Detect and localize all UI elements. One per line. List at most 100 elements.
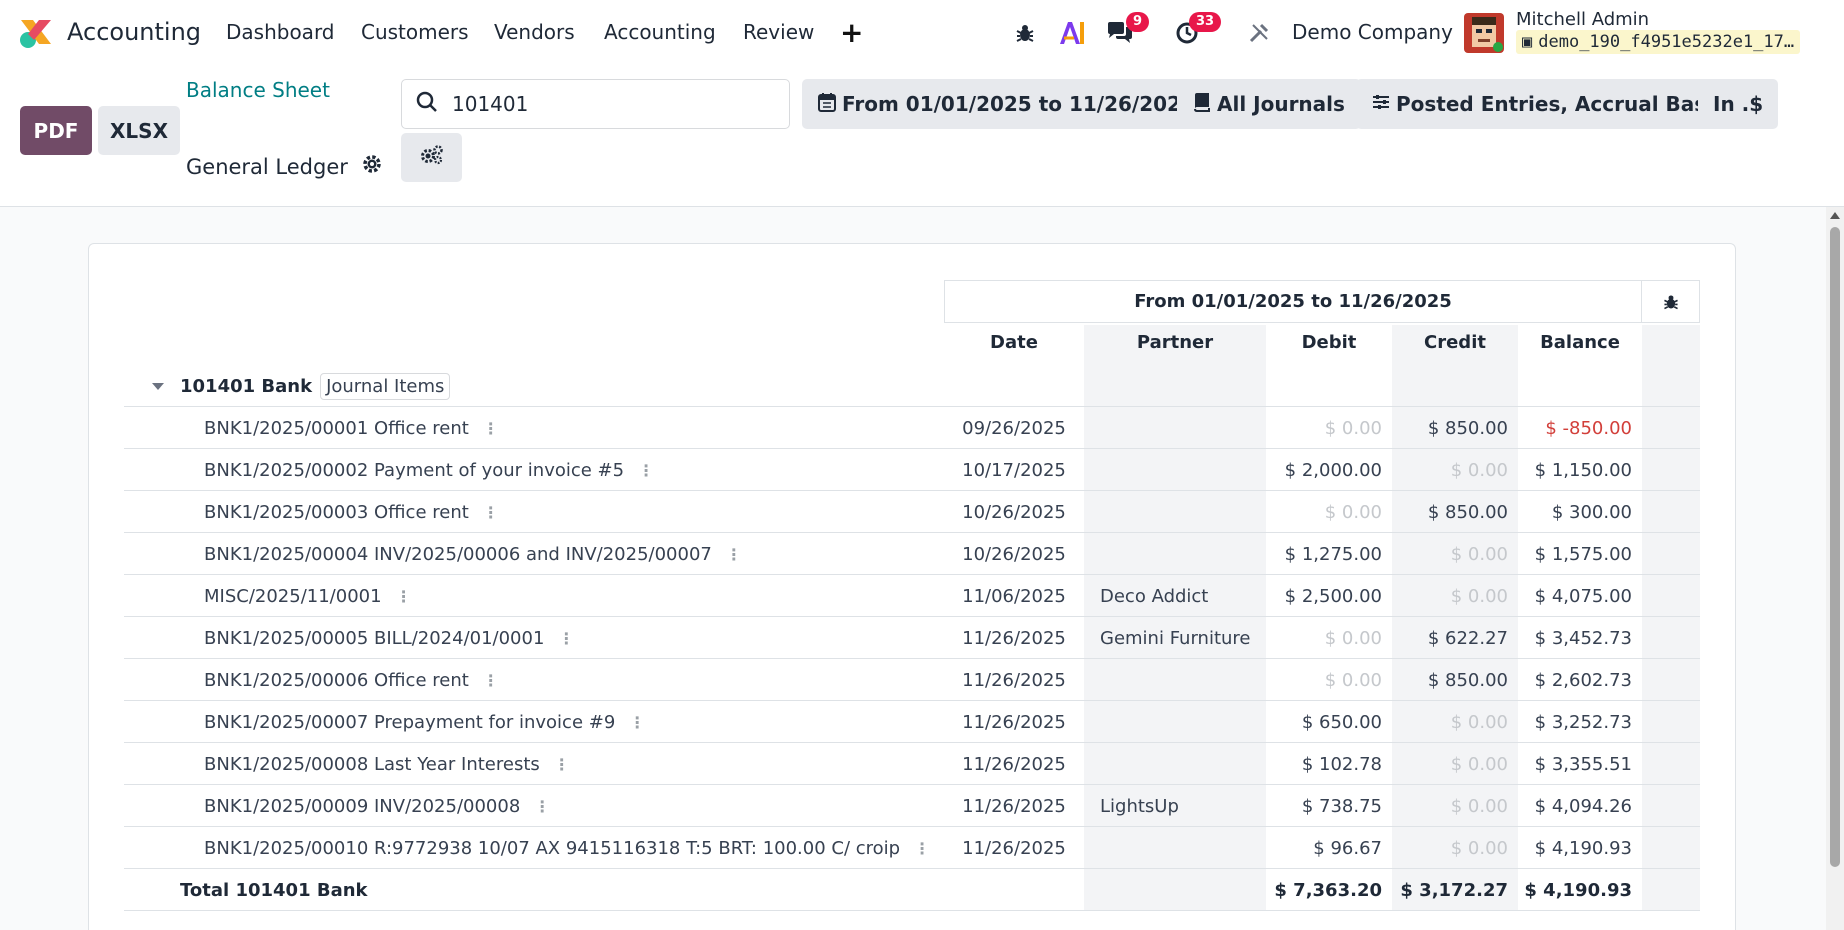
ledger-row[interactable]: BNK1/2025/00006 Office rent ⋮ 11/26/2025 $ … xyxy=(124,659,1700,701)
row-menu-kebab-icon[interactable]: ⋮ xyxy=(638,461,654,480)
entry-name[interactable]: BNK1/2025/00007 Prepayment for invoice #… xyxy=(204,712,615,733)
row-date: 11/26/2025 xyxy=(962,627,1066,649)
journals-filter-button[interactable]: All Journals xyxy=(1177,79,1361,129)
xlsx-export-button[interactable]: XLSX xyxy=(98,106,180,155)
row-debit: $ 2,000.00 xyxy=(1284,459,1382,481)
row-menu-kebab-icon[interactable]: ⋮ xyxy=(629,713,645,732)
journal-items-button[interactable]: Journal Items xyxy=(320,372,451,400)
ledger-row[interactable]: BNK1/2025/00009 INV/2025/00008 ⋮ 11/26/202… xyxy=(124,785,1700,827)
database-label: demo_190_f4951e5232e1_17… xyxy=(1538,32,1795,52)
row-menu-kebab-icon[interactable]: ⋮ xyxy=(554,755,570,774)
date-filter-label: From 01/01/2025 to 11/26/2025 xyxy=(842,92,1195,116)
entry-name[interactable]: BNK1/2025/00002 Payment of your invoice … xyxy=(204,460,624,481)
ledger-row[interactable]: BNK1/2025/00001 Office rent ⋮ 09/26/2025 $ … xyxy=(124,407,1700,449)
database-icon: ▣ xyxy=(1522,32,1533,52)
activities-clock-icon[interactable]: 33 xyxy=(1175,12,1222,51)
entry-name[interactable]: BNK1/2025/00001 Office rent xyxy=(204,418,469,439)
menu-review[interactable]: Review xyxy=(743,14,814,50)
menu-vendors[interactable]: Vendors xyxy=(494,14,575,50)
row-menu-kebab-icon[interactable]: ⋮ xyxy=(558,629,574,648)
row-date: 11/26/2025 xyxy=(962,711,1066,733)
journals-filter-label: All Journals xyxy=(1217,92,1345,116)
ledger-row[interactable]: BNK1/2025/00010 R:9772938 10/07 AX 94151… xyxy=(124,827,1700,869)
ledger-row[interactable]: BNK1/2025/00005 BILL/2024/01/0001 ⋮ 11/26/… xyxy=(124,617,1700,659)
col-header-credit[interactable]: Credit xyxy=(1392,332,1518,353)
collapse-caret-icon[interactable] xyxy=(152,382,164,390)
entry-name[interactable]: BNK1/2025/00005 BILL/2024/01/0001 xyxy=(204,628,544,649)
entry-name[interactable]: BNK1/2025/00010 R:9772938 10/07 AX 94151… xyxy=(204,838,900,859)
row-menu-kebab-icon[interactable]: ⋮ xyxy=(483,503,499,522)
search-input[interactable]: 101401 xyxy=(401,79,790,129)
scroll-up-arrow-icon[interactable] xyxy=(1830,212,1840,219)
ledger-row[interactable]: BNK1/2025/00002 Payment of your invoice … xyxy=(124,449,1700,491)
vertical-scrollbar[interactable] xyxy=(1826,207,1844,930)
report-settings-button[interactable] xyxy=(401,133,462,182)
company-switcher[interactable]: Demo Company xyxy=(1292,14,1453,50)
debug-bug-icon[interactable] xyxy=(1014,15,1036,51)
accounting-app-icon[interactable] xyxy=(18,14,54,50)
ledger-row[interactable]: MISC/2025/11/0001 ⋮ 11/06/2025 Deco Addict $… xyxy=(124,575,1700,617)
ledger-row-label: MISC/2025/11/0001 ⋮ xyxy=(204,575,412,617)
row-menu-kebab-icon[interactable]: ⋮ xyxy=(483,419,499,438)
sliders-icon xyxy=(1372,92,1390,116)
currency-filter-button[interactable]: In .$ xyxy=(1698,79,1779,129)
total-label: Total 101401 Bank xyxy=(180,879,368,901)
add-menu-button[interactable]: + xyxy=(840,14,863,50)
book-icon xyxy=(1193,92,1211,117)
date-filter-button[interactable]: From 01/01/2025 to 11/26/2025 xyxy=(802,79,1211,129)
ledger-row[interactable]: BNK1/2025/00003 Office rent ⋮ 10/26/2025 $ … xyxy=(124,491,1700,533)
gear-icon[interactable] xyxy=(362,154,382,179)
options-filter-button[interactable]: Posted Entries, Accrual Basis xyxy=(1356,79,1741,129)
user-name[interactable]: Mitchell Admin xyxy=(1516,9,1649,30)
ledger-row[interactable]: BNK1/2025/00007 Prepayment for invoice #… xyxy=(124,701,1700,743)
ledger-row-label: BNK1/2025/00001 Office rent ⋮ xyxy=(204,407,499,449)
row-date: 09/26/2025 xyxy=(962,417,1066,439)
row-credit: $ 850.00 xyxy=(1427,669,1508,691)
row-balance: $ -850.00 xyxy=(1545,417,1632,439)
ai-icon[interactable] xyxy=(1058,15,1086,51)
search-icon xyxy=(416,91,438,118)
messages-icon[interactable]: 9 xyxy=(1106,12,1150,51)
total-debit: $ 7,363.20 xyxy=(1274,879,1382,901)
row-menu-kebab-icon[interactable]: ⋮ xyxy=(914,839,930,858)
settings-tools-icon[interactable] xyxy=(1247,15,1271,51)
row-credit: $ 0.00 xyxy=(1450,753,1508,775)
entry-name[interactable]: BNK1/2025/00004 INV/2025/00006 and INV/2… xyxy=(204,544,712,565)
row-credit: $ 622.27 xyxy=(1427,627,1508,649)
breadcrumb-balance-sheet[interactable]: Balance Sheet xyxy=(186,78,330,102)
row-balance: $ 1,150.00 xyxy=(1534,459,1632,481)
menu-dashboard[interactable]: Dashboard xyxy=(226,14,335,50)
col-header-debit[interactable]: Debit xyxy=(1266,332,1392,353)
col-header-balance[interactable]: Balance xyxy=(1518,332,1642,353)
row-date: 11/26/2025 xyxy=(962,795,1066,817)
row-menu-kebab-icon[interactable]: ⋮ xyxy=(726,545,742,564)
col-header-date[interactable]: Date xyxy=(944,332,1084,353)
col-header-partner[interactable]: Partner xyxy=(1084,332,1266,353)
column-debug-bug-icon[interactable] xyxy=(1642,280,1700,323)
ledger-row[interactable]: BNK1/2025/00004 INV/2025/00006 and INV/2… xyxy=(124,533,1700,575)
row-menu-kebab-icon[interactable]: ⋮ xyxy=(534,797,550,816)
entry-name[interactable]: BNK1/2025/00006 Office rent xyxy=(204,670,469,691)
calendar-icon xyxy=(818,92,836,117)
total-credit: $ 3,172.27 xyxy=(1400,879,1508,901)
row-debit: $ 102.78 xyxy=(1301,753,1382,775)
scrollbar-thumb[interactable] xyxy=(1830,227,1840,867)
entry-name[interactable]: BNK1/2025/00003 Office rent xyxy=(204,502,469,523)
total-balance: $ 4,190.93 xyxy=(1524,879,1632,901)
row-debit: $ 2,500.00 xyxy=(1284,585,1382,607)
ledger-row[interactable]: BNK1/2025/00008 Last Year Interests ⋮ 11/2… xyxy=(124,743,1700,785)
user-avatar[interactable] xyxy=(1464,13,1504,53)
row-credit: $ 0.00 xyxy=(1450,837,1508,859)
row-partner: Deco Addict xyxy=(1100,585,1209,607)
account-line[interactable]: 101401 Bank Journal Items xyxy=(124,365,1700,407)
entry-name[interactable]: MISC/2025/11/0001 xyxy=(204,586,382,607)
row-menu-kebab-icon[interactable]: ⋮ xyxy=(483,671,499,690)
menu-customers[interactable]: Customers xyxy=(361,14,469,50)
pdf-export-button[interactable]: PDF xyxy=(20,106,92,155)
entry-name[interactable]: BNK1/2025/00009 INV/2025/00008 xyxy=(204,796,520,817)
row-balance: $ 3,355.51 xyxy=(1534,753,1632,775)
row-menu-kebab-icon[interactable]: ⋮ xyxy=(396,587,412,606)
menu-accounting[interactable]: Accounting xyxy=(604,14,716,50)
entry-name[interactable]: BNK1/2025/00008 Last Year Interests xyxy=(204,754,540,775)
app-name[interactable]: Accounting xyxy=(67,14,201,50)
